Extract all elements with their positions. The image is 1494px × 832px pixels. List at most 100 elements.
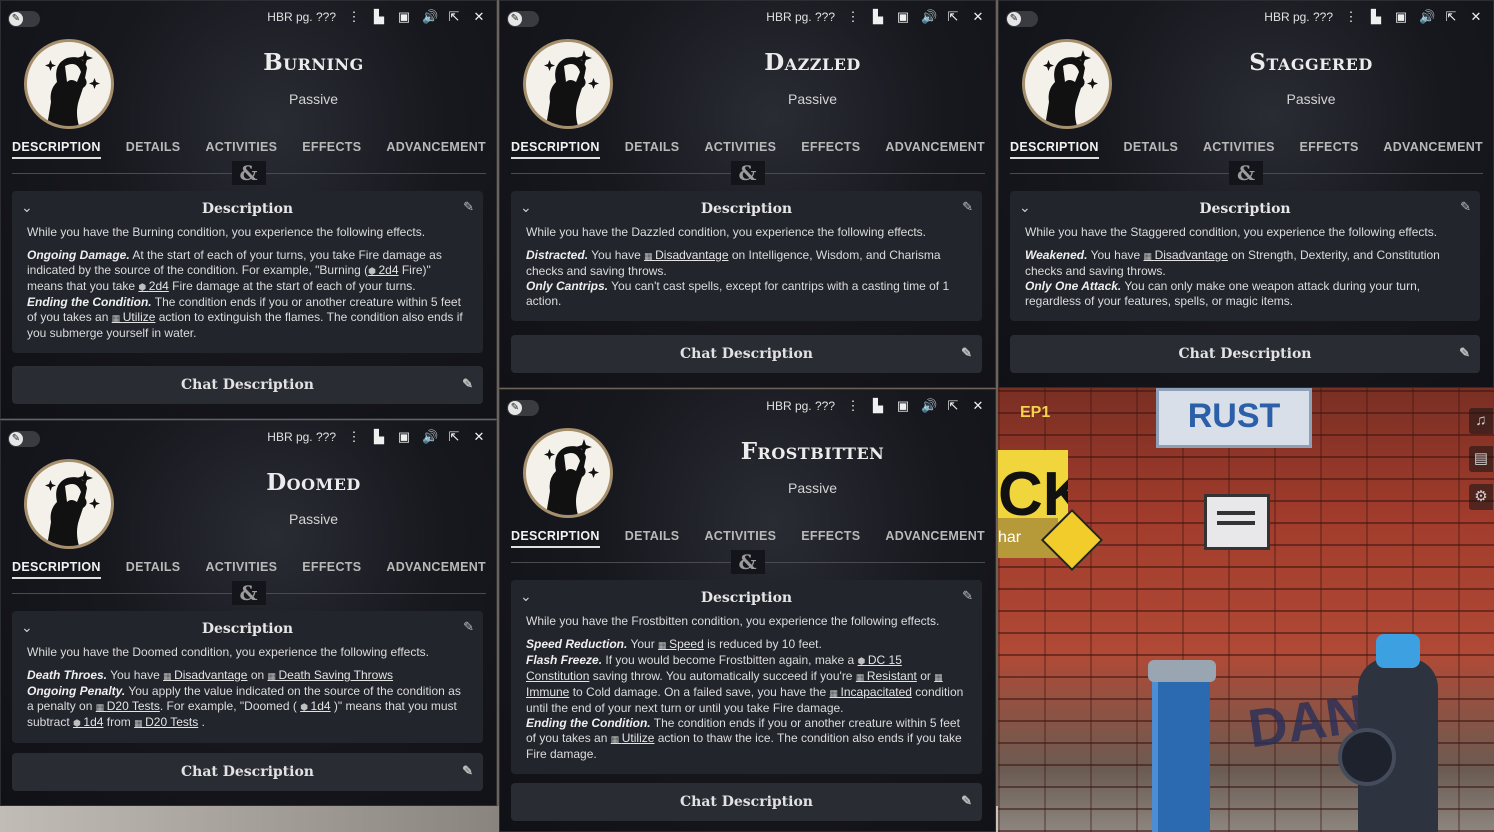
tab-activities[interactable]: ACTIVITIES xyxy=(205,140,277,159)
chat-description-card[interactable]: Chat Description ✎ xyxy=(511,783,982,821)
reference-link[interactable]: Speed xyxy=(658,637,704,651)
token-icon[interactable]: ▣ xyxy=(397,429,411,445)
tab-description[interactable]: DESCRIPTION xyxy=(511,140,600,159)
menu-dots-icon[interactable]: ⋮ xyxy=(347,429,361,445)
reference-link[interactable]: Disadvantage xyxy=(163,668,247,682)
chat-description-card[interactable]: Chat Description ✎ xyxy=(1010,335,1480,373)
music-icon[interactable]: ♫ xyxy=(1469,408,1493,434)
window-titlebar[interactable]: ✎ HBR pg. ??? ⋮ ▙ ▣ 🔊 ⇱ ✕ xyxy=(1,1,496,35)
item-portrait[interactable] xyxy=(1022,39,1112,129)
reference-link[interactable]: D20 Tests xyxy=(96,699,160,713)
reference-link[interactable]: Disadvantage xyxy=(1144,248,1228,262)
tab-effects[interactable]: EFFECTS xyxy=(801,529,860,548)
mode-toggle[interactable]: ✎ xyxy=(8,11,40,27)
popout-icon[interactable]: ⇱ xyxy=(946,398,960,414)
chat-description-card[interactable]: Chat Description ✎ xyxy=(12,753,483,791)
tab-activities[interactable]: ACTIVITIES xyxy=(704,140,776,159)
reference-link[interactable]: Incapacitated xyxy=(830,685,912,699)
sheet-icon[interactable]: ▙ xyxy=(1369,9,1383,25)
close-icon[interactable]: ✕ xyxy=(1469,9,1483,25)
edit-icon[interactable]: ✎ xyxy=(1460,199,1471,215)
mode-toggle[interactable]: ✎ xyxy=(507,400,539,416)
window-titlebar[interactable]: ✎ HBR pg. ??? ⋮ ▙ ▣ 🔊 ⇱ ✕ xyxy=(500,390,995,424)
edit-icon[interactable]: ✎ xyxy=(462,753,473,791)
menu-dots-icon[interactable]: ⋮ xyxy=(846,9,860,25)
token-icon[interactable]: ▣ xyxy=(896,9,910,25)
item-name[interactable]: Frostbitten xyxy=(630,438,995,465)
tab-description[interactable]: DESCRIPTION xyxy=(12,140,101,159)
menu-dots-icon[interactable]: ⋮ xyxy=(347,9,361,25)
sound-icon[interactable]: 🔊 xyxy=(921,9,937,25)
chat-description-card[interactable]: Chat Description ✎ xyxy=(12,366,483,404)
tab-description[interactable]: DESCRIPTION xyxy=(511,529,600,548)
close-icon[interactable]: ✕ xyxy=(971,9,985,25)
item-name[interactable]: Dazzled xyxy=(630,49,995,76)
item-portrait[interactable] xyxy=(523,428,613,518)
reference-link[interactable]: Resistant xyxy=(856,669,917,683)
reference-link[interactable]: Death Saving Throws xyxy=(268,668,394,682)
chat-description-card[interactable]: Chat Description ✎ xyxy=(511,335,982,373)
tab-advancement[interactable]: ADVANCEMENT xyxy=(1383,140,1483,159)
sound-icon[interactable]: 🔊 xyxy=(422,9,438,25)
menu-dots-icon[interactable]: ⋮ xyxy=(1344,9,1358,25)
canvas-scene[interactable]: RUST EP1 CK har DANS xyxy=(998,388,1494,832)
settings-icon[interactable]: ⚙ xyxy=(1469,484,1493,510)
mode-toggle[interactable]: ✎ xyxy=(8,431,40,447)
item-name[interactable]: Staggered xyxy=(1129,49,1493,76)
tab-advancement[interactable]: ADVANCEMENT xyxy=(885,529,985,548)
tab-activities[interactable]: ACTIVITIES xyxy=(205,560,277,579)
tab-advancement[interactable]: ADVANCEMENT xyxy=(386,560,486,579)
menu-dots-icon[interactable]: ⋮ xyxy=(846,398,860,414)
dice-roll-link[interactable]: 2d4 xyxy=(368,263,398,277)
edit-icon[interactable]: ✎ xyxy=(462,366,473,404)
close-icon[interactable]: ✕ xyxy=(472,9,486,25)
popout-icon[interactable]: ⇱ xyxy=(946,9,960,25)
chevron-down-icon[interactable]: ⌄ xyxy=(21,199,33,216)
dice-roll-link[interactable]: 2d4 xyxy=(138,279,168,293)
tab-details[interactable]: DETAILS xyxy=(625,529,680,548)
window-titlebar[interactable]: ✎ HBR pg. ??? ⋮ ▙ ▣ 🔊 ⇱ ✕ xyxy=(999,1,1493,35)
tab-description[interactable]: DESCRIPTION xyxy=(1010,140,1099,159)
sheet-icon[interactable]: ▙ xyxy=(372,429,386,445)
edit-icon[interactable]: ✎ xyxy=(1459,335,1470,373)
reference-link[interactable]: Utilize xyxy=(611,731,655,745)
tab-details[interactable]: DETAILS xyxy=(1124,140,1179,159)
popout-icon[interactable]: ⇱ xyxy=(447,9,461,25)
dice-roll-link[interactable]: 1d4 xyxy=(300,699,330,713)
item-portrait[interactable] xyxy=(24,459,114,549)
mode-toggle[interactable]: ✎ xyxy=(1006,11,1038,27)
tab-activities[interactable]: ACTIVITIES xyxy=(704,529,776,548)
close-icon[interactable]: ✕ xyxy=(472,429,486,445)
reference-link[interactable]: Disadvantage xyxy=(644,248,728,262)
token-icon[interactable]: ▣ xyxy=(1394,9,1408,25)
reference-link[interactable]: Utilize xyxy=(112,310,156,324)
tab-details[interactable]: DETAILS xyxy=(625,140,680,159)
item-portrait[interactable] xyxy=(523,39,613,129)
edit-icon[interactable]: ✎ xyxy=(962,588,973,604)
popout-icon[interactable]: ⇱ xyxy=(1444,9,1458,25)
edit-icon[interactable]: ✎ xyxy=(961,335,972,373)
sheet-icon[interactable]: ▙ xyxy=(871,398,885,414)
tab-effects[interactable]: EFFECTS xyxy=(302,140,361,159)
chevron-down-icon[interactable]: ⌄ xyxy=(520,199,532,216)
item-portrait[interactable] xyxy=(24,39,114,129)
chevron-down-icon[interactable]: ⌄ xyxy=(520,588,532,605)
chevron-down-icon[interactable]: ⌄ xyxy=(1019,199,1031,216)
window-titlebar[interactable]: ✎ HBR pg. ??? ⋮ ▙ ▣ 🔊 ⇱ ✕ xyxy=(500,1,995,35)
reference-link[interactable]: D20 Tests xyxy=(134,715,198,729)
sound-icon[interactable]: 🔊 xyxy=(1419,9,1435,25)
item-name[interactable]: Burning xyxy=(131,49,496,76)
window-titlebar[interactable]: ✎ HBR pg. ??? ⋮ ▙ ▣ 🔊 ⇱ ✕ xyxy=(1,421,496,455)
popout-icon[interactable]: ⇱ xyxy=(447,429,461,445)
dice-roll-link[interactable]: 1d4 xyxy=(73,715,103,729)
tab-details[interactable]: DETAILS xyxy=(126,560,181,579)
journal-icon[interactable]: ▤ xyxy=(1469,446,1493,472)
tab-effects[interactable]: EFFECTS xyxy=(302,560,361,579)
tab-advancement[interactable]: ADVANCEMENT xyxy=(386,140,486,159)
sheet-icon[interactable]: ▙ xyxy=(871,9,885,25)
token-icon[interactable]: ▣ xyxy=(397,9,411,25)
sheet-icon[interactable]: ▙ xyxy=(372,9,386,25)
sound-icon[interactable]: 🔊 xyxy=(921,398,937,414)
tab-effects[interactable]: EFFECTS xyxy=(801,140,860,159)
mode-toggle[interactable]: ✎ xyxy=(507,11,539,27)
